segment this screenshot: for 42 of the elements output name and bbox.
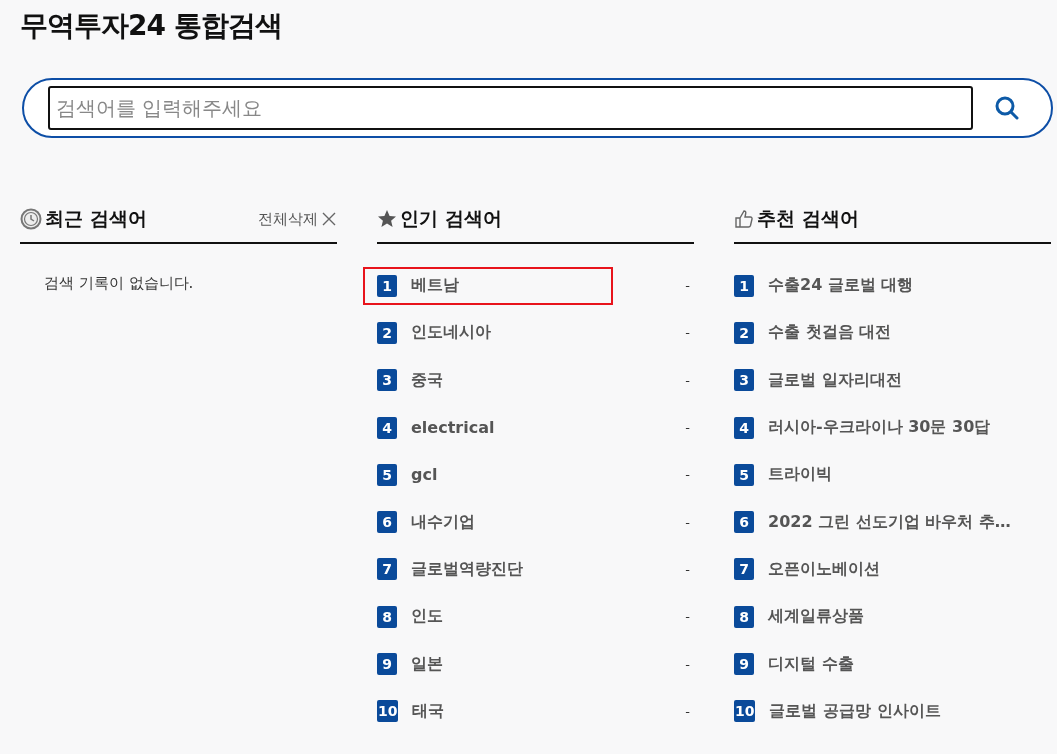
empty-message: 검색 기록이 없습니다. [44, 274, 195, 293]
section-title: 인기 검색어 [400, 206, 502, 231]
search-term-link[interactable]: 10 태국 [377, 692, 455, 731]
search-term-link[interactable]: 6 2022 그린 선도기업 바우처 추… [734, 503, 1021, 542]
search-term-link[interactable]: 8 세계일류상품 [734, 597, 874, 636]
thumbs-up-icon [734, 209, 754, 229]
search-term-link[interactable]: 8 인도 [377, 597, 453, 636]
search-term-link[interactable]: 1 베트남 [363, 266, 613, 305]
page-title: 무역투자24 통합검색 [20, 8, 283, 44]
search-term-link[interactable]: 6 내수기업 [377, 503, 485, 542]
search-term-link[interactable]: 7 오픈이노베이션 [734, 550, 890, 589]
close-icon [321, 211, 337, 227]
rank-change: - [685, 278, 690, 294]
section-title: 최근 검색어 [45, 206, 147, 231]
search-term-link[interactable]: 10 글로벌 공급망 인사이트 [734, 692, 951, 731]
search-term-link[interactable]: 7 글로벌역량진단 [377, 550, 533, 589]
rank-change: - [685, 703, 690, 719]
search-icon [994, 95, 1020, 121]
search-term-link[interactable]: 4 electrical [377, 408, 505, 447]
rank-change: - [685, 561, 690, 577]
search-term-link[interactable]: 9 디지털 수출 [734, 645, 864, 683]
rank-change: - [685, 514, 690, 530]
search-term-link[interactable]: 4 러시아-우크라이나 30문 30답 [734, 408, 1001, 447]
search-term-link[interactable]: 2 수출 첫걸음 대전 [734, 313, 902, 352]
search-term-link[interactable]: 5 gcl [377, 455, 448, 494]
clock-icon [20, 208, 42, 230]
rank-change: - [685, 609, 690, 625]
rank-change: - [685, 325, 690, 341]
rank-change: - [685, 467, 690, 483]
search-field[interactable]: 검색어를 입력해주세요 [48, 86, 973, 130]
star-icon [377, 209, 397, 229]
search-term-link[interactable]: 2 인도네시아 [377, 313, 501, 352]
search-term-link[interactable]: 5 트라이빅 [734, 455, 842, 494]
section-title: 추천 검색어 [757, 206, 859, 231]
search-term-link[interactable]: 3 중국 [377, 361, 453, 400]
rank-change: - [685, 372, 690, 388]
rank-change: - [685, 656, 690, 672]
clear-all-button[interactable]: 전체삭제 [258, 209, 337, 229]
rank-change: - [685, 420, 690, 436]
search-term-link[interactable]: 1 수출24 글로벌 대행 [734, 266, 924, 305]
search-term-link[interactable]: 9 일본 [377, 645, 453, 683]
search-term-link[interactable]: 3 글로벌 일자리대전 [734, 361, 912, 400]
